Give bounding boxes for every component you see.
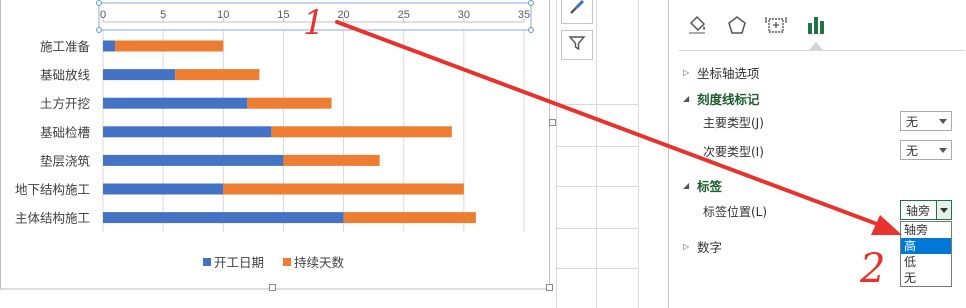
size-properties-icon [765,14,787,40]
chevron-down-icon [939,119,947,124]
category-label: 地下结构施工 [15,182,90,197]
filter-icon [568,34,586,56]
x-tick-label: 15 [277,9,289,21]
chevron-down-icon [940,208,948,213]
gantt-chart[interactable]: 0 5 10 15 20 25 30 35 施工准备基础放线土方开挖基础检槽垫层浇筑地下结构施工… [0,0,552,290]
sheet-gridline [556,0,557,308]
section-label: 数字 [697,240,723,255]
sheet-gridline [556,228,638,229]
chart-resize-handle[interactable] [269,284,276,291]
bar-duration[interactable] [271,126,452,138]
major-type-label: 主要类型(J) [703,116,764,130]
collapse-icon: ◢ [683,94,690,103]
sheet-gridline [596,0,597,308]
x-tick-label: 25 [398,9,410,21]
tab-size-properties[interactable] [760,12,792,42]
x-tick-label: 0 [100,9,106,21]
major-type-value: 无 [906,114,919,129]
x-tick-label: 10 [217,9,229,21]
axis-selection-handle[interactable] [528,0,534,6]
section-number[interactable]: ▷ 数字 [683,237,722,256]
pentagon-icon [726,14,748,40]
expand-right-icon: ▷ [683,242,690,251]
tab-axis-options[interactable] [800,12,832,42]
axis-selection-handle[interactable] [528,27,534,33]
x-tick-label: 35 [518,9,530,21]
expand-right-icon: ▷ [683,68,690,77]
chart-resize-handle[interactable] [546,284,553,291]
x-tick-label: 20 [337,9,349,21]
sheet-gridline [556,186,638,187]
pane-divider [679,50,965,51]
bar-duration[interactable] [115,40,224,52]
legend-swatch [203,258,211,266]
label-position-value: 轴旁 [906,203,931,218]
bar-chart-icon [805,14,827,40]
bar-start[interactable] [103,183,224,195]
label-position-options[interactable]: 轴旁高低无 [900,221,952,287]
axis-selection-handle[interactable] [96,0,102,6]
major-type-dropdown[interactable]: 无 [900,111,952,131]
sheet-gridline [556,146,638,147]
section-labels[interactable]: ◢ 标签 [683,176,722,195]
chart-area[interactable]: 0 5 10 15 20 25 30 35 施工准备基础放线土方开挖基础检槽垫层浇筑地下结构施工… [0,0,556,291]
chart-styles-button[interactable] [561,0,593,24]
minor-type-value: 无 [906,143,919,158]
brush-icon [568,0,586,20]
minor-type-label: 次要类型(I) [703,145,764,159]
category-label: 土方开挖 [40,96,90,111]
dropdown-option[interactable]: 低 [901,254,951,270]
section-label: 标签 [697,179,723,194]
bar-duration[interactable] [247,97,332,109]
bar-duration[interactable] [175,69,260,81]
section-tick-marks[interactable]: ◢ 刻度线标记 [683,89,760,108]
axis-selection-handle[interactable] [96,27,102,33]
category-label: 基础放线 [40,68,91,83]
sheet-gridline [638,0,639,308]
dropdown-button[interactable] [936,201,951,219]
paint-bucket-icon [686,14,708,40]
label-position-label: 标签位置(L) [703,205,768,219]
bar-start[interactable] [103,69,176,81]
category-label: 基础检槽 [40,125,90,140]
tab-effects[interactable] [721,12,753,42]
bar-duration[interactable] [283,154,380,166]
minor-type-dropdown[interactable]: 无 [900,140,952,160]
legend-label: 开工日期 [214,255,264,270]
section-label: 刻度线标记 [697,92,760,107]
dropdown-option[interactable]: 无 [901,270,951,286]
section-label: 坐标轴选项 [697,66,760,81]
x-tick-label: 30 [458,9,470,21]
bar-start[interactable] [103,212,344,224]
legend-swatch [283,258,291,266]
dropdown-option[interactable]: 轴旁 [901,222,951,238]
chevron-down-icon [939,148,947,153]
sheet-gridline [556,104,638,105]
category-label: 施工准备 [40,39,91,54]
label-position-dropdown[interactable]: 轴旁 [900,200,952,220]
section-axis-options[interactable]: ▷ 坐标轴选项 [683,63,760,82]
active-tab-indicator [809,42,823,50]
chart-filters-button[interactable] [561,30,593,60]
tab-fill-line[interactable] [681,12,713,42]
chart-resize-handle[interactable] [549,119,556,126]
legend-label: 持续天数 [294,255,345,270]
category-label: 主体结构施工 [15,211,90,226]
bar-start[interactable] [103,154,284,166]
collapse-icon: ◢ [683,181,690,190]
dropdown-option[interactable]: 高 [901,238,951,254]
x-tick-label: 5 [160,9,166,21]
bar-duration[interactable] [343,212,476,224]
bar-duration[interactable] [223,183,464,195]
bar-start[interactable] [103,40,116,52]
bar-start[interactable] [103,126,272,138]
category-label: 垫层浇筑 [40,153,91,168]
format-axis-pane: ▷ 坐标轴选项 ◢ 刻度线标记 主要类型(J) 无 次要类型(I) 无 ◢ 标签… [668,0,966,308]
sheet-gridline [556,268,638,269]
bar-start[interactable] [103,97,248,109]
